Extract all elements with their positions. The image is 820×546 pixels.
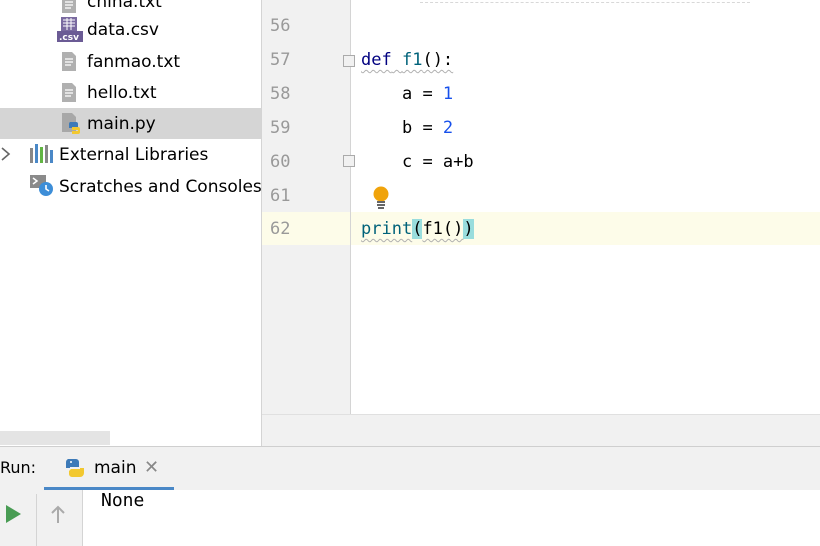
function-name: f1 [401, 50, 423, 70]
python-icon [65, 459, 84, 477]
code-line-57: def f1(): [361, 50, 453, 70]
lightbulb-icon[interactable] [372, 186, 390, 210]
tree-item-scratches-and-consoles[interactable]: Scratches and Consoles [0, 171, 261, 202]
tree-item-label: china.txt [87, 0, 162, 12]
tree-item-data-csv[interactable]: .csv data.csv [0, 14, 261, 45]
builtin-print: print [361, 219, 413, 239]
chevron-right-icon[interactable] [0, 147, 12, 161]
keyword-def: def [361, 50, 392, 70]
run-tab-label: main [94, 458, 137, 478]
tree-item-label: Scratches and Consoles [59, 176, 262, 197]
run-tab-main[interactable]: main ✕ [44, 447, 174, 490]
csv-file-icon: .csv [57, 17, 83, 43]
fold-marker-open-icon[interactable] [343, 55, 355, 67]
editor-horizontal-scroll-area[interactable] [262, 414, 820, 447]
console-output-area[interactable] [83, 490, 820, 546]
tree-item-label: hello.txt [87, 82, 157, 103]
line-number: 59 [270, 118, 291, 138]
code-line-58: a = 1 [361, 84, 453, 104]
scratches-icon [30, 175, 53, 196]
line-number: 58 [270, 84, 291, 104]
scroll-up-arrow-icon[interactable] [49, 505, 67, 525]
code-line-60: c = a+b [361, 152, 474, 172]
code-op: = [412, 118, 443, 138]
cut-off-code-line [420, 0, 750, 3]
toolbar-separator [36, 494, 37, 546]
code-op: = [412, 84, 443, 104]
project-tree: china.txt .csv data.csv fanmao.txt hello… [0, 0, 262, 446]
python-file-icon [62, 113, 80, 134]
fold-marker-close-icon[interactable] [343, 155, 355, 167]
line-number: 61 [270, 186, 291, 206]
text-file-icon [62, 83, 76, 102]
text-file-icon [62, 52, 76, 71]
tree-item-fanmao-txt[interactable]: fanmao.txt [0, 46, 261, 77]
tree-item-hello-txt[interactable]: hello.txt [0, 77, 261, 108]
run-label: Run: [0, 458, 37, 477]
code-line-62: print(f1()) [361, 219, 474, 239]
rerun-play-icon[interactable] [5, 504, 23, 524]
libraries-icon [30, 144, 53, 163]
tree-item-label: fanmao.txt [87, 51, 181, 72]
run-toolbar [0, 490, 83, 546]
line-number: 56 [270, 16, 291, 36]
code-punct: (): [422, 50, 454, 70]
code-var: c [401, 152, 413, 172]
sidebar-horizontal-scrollbar[interactable] [0, 431, 110, 445]
line-number: 60 [270, 152, 291, 172]
code-op: = [412, 152, 443, 172]
console-output-text: None [101, 490, 145, 511]
brace-open: ( [412, 219, 423, 239]
tree-item-label: External Libraries [59, 144, 209, 165]
code-var: a [401, 84, 413, 104]
tree-item-label: data.csv [87, 19, 159, 40]
call-expr: f1() [422, 219, 464, 239]
code-number: 2 [442, 118, 454, 138]
line-number: 62 [270, 219, 291, 239]
line-number: 57 [270, 50, 291, 70]
code-number: 1 [442, 84, 454, 104]
code-expr: a+b [442, 152, 474, 172]
close-icon[interactable]: ✕ [144, 457, 159, 478]
tree-item-label: main.py [87, 113, 156, 134]
csv-badge: .csv [59, 33, 79, 43]
code-var: b [401, 118, 413, 138]
brace-close: ) [463, 219, 474, 239]
tree-item-main-py[interactable]: main.py [0, 108, 261, 139]
tree-item-external-libraries[interactable]: External Libraries [0, 139, 261, 170]
text-file-icon [62, 0, 76, 13]
code-line-59: b = 2 [361, 118, 453, 138]
